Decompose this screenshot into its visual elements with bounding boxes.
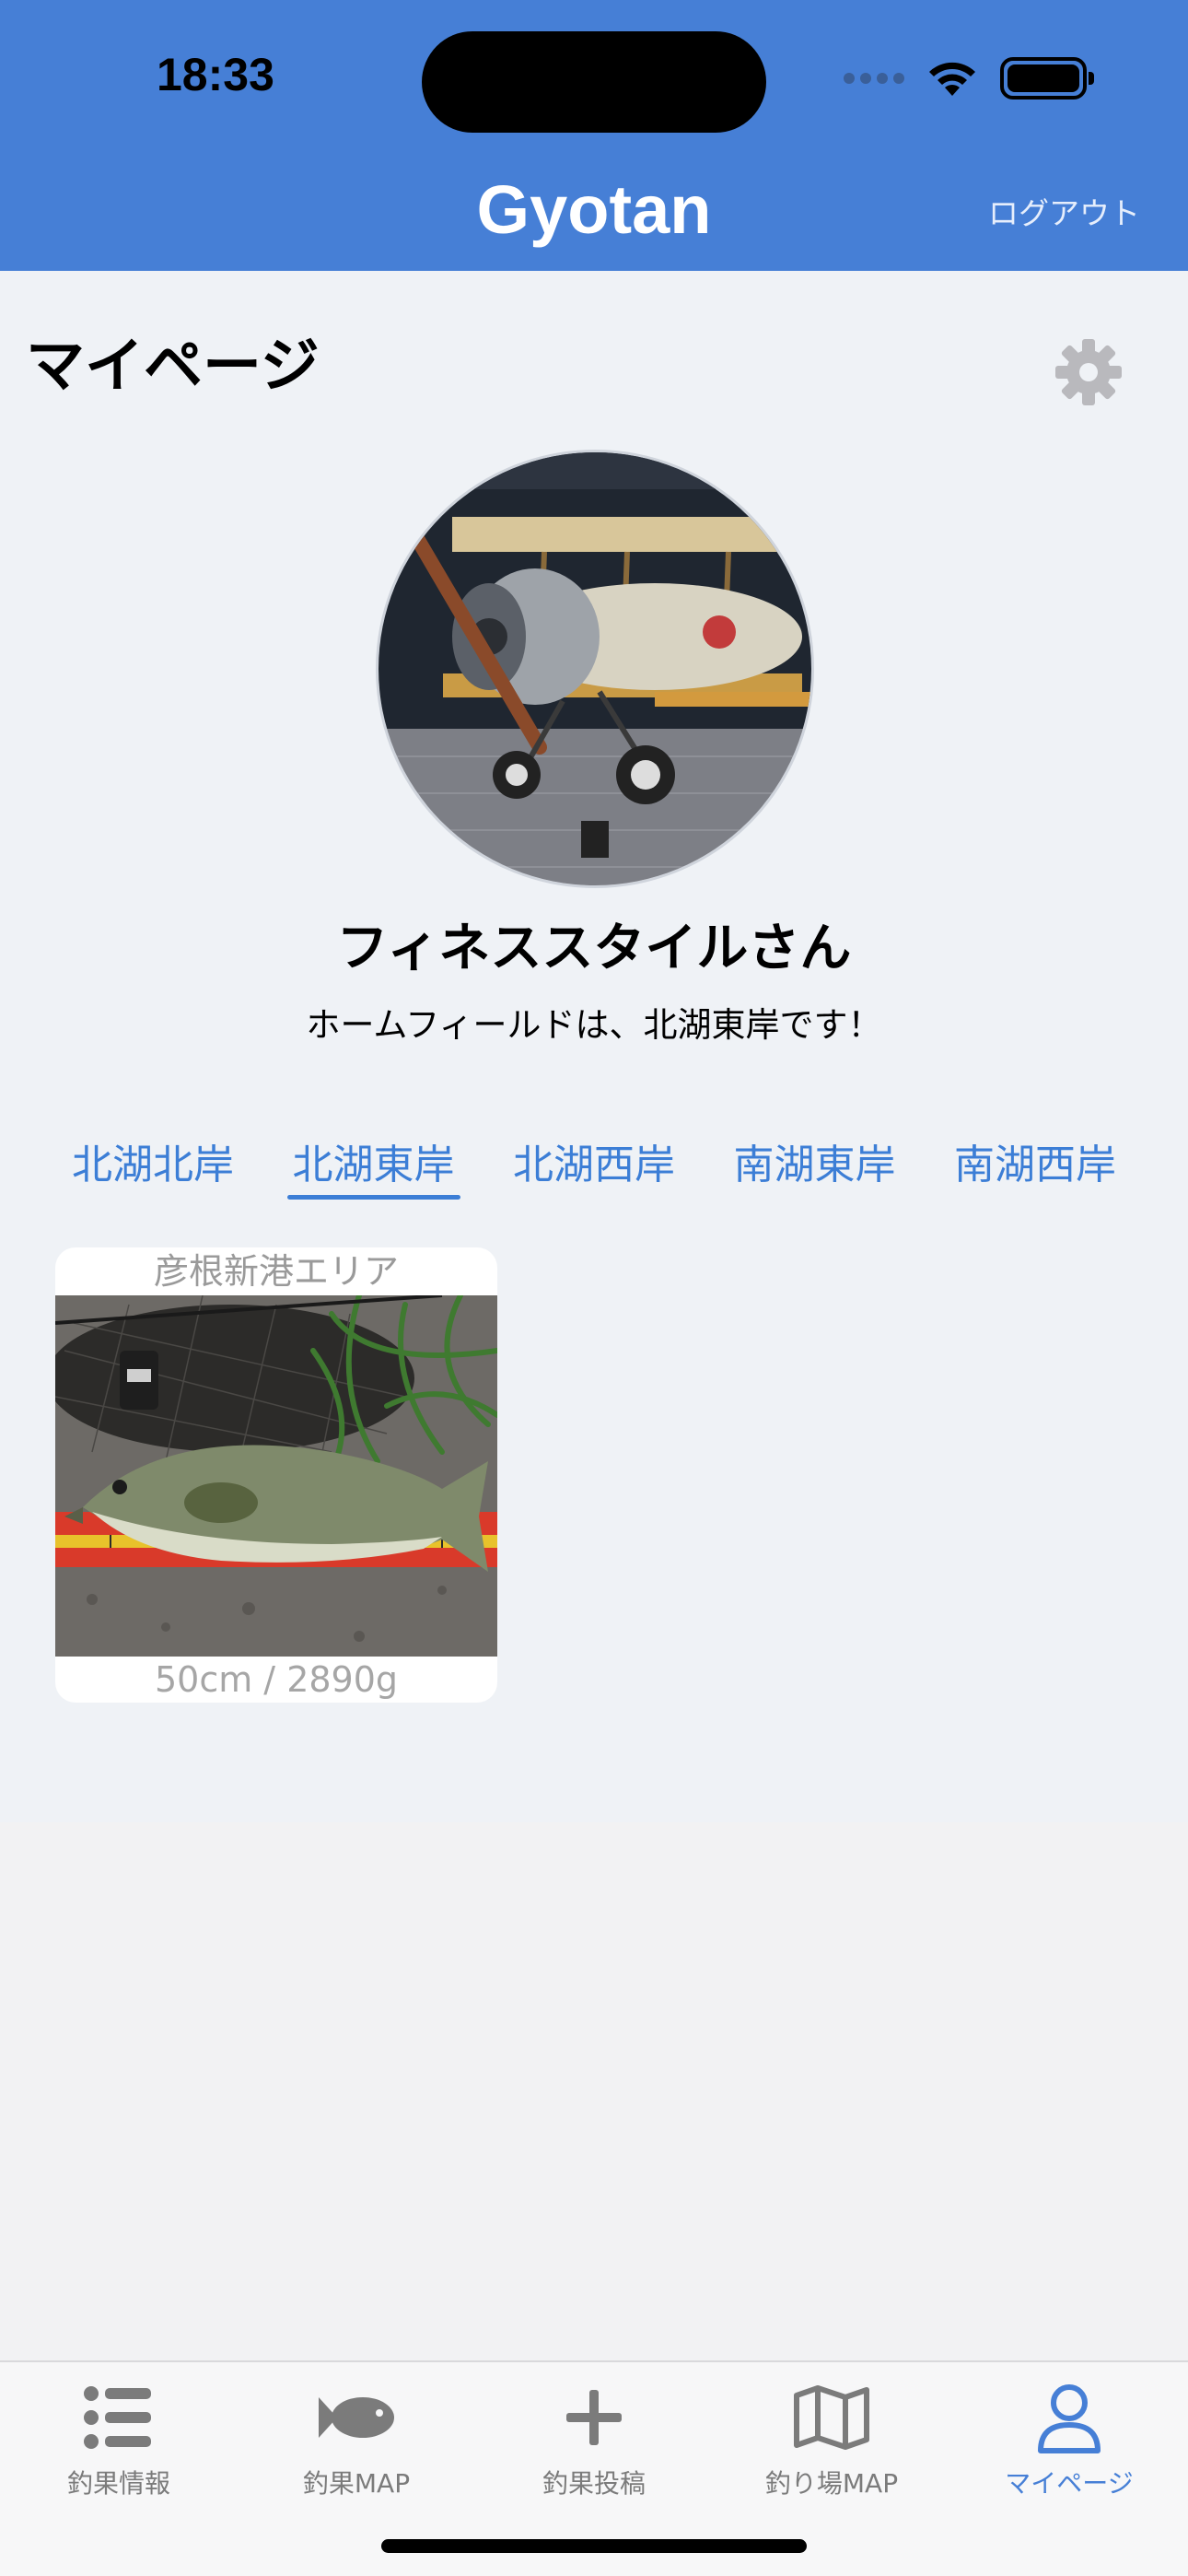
tab-bar-label: 釣果MAP	[302, 2468, 411, 2499]
catch-area: 彦根新港エリア	[153, 1251, 399, 1292]
app-header: 18:33 Gyotan ログアウト	[0, 0, 1188, 271]
home-indicator	[381, 2539, 807, 2553]
tab-nanko-seigan[interactable]: 南湖西岸	[928, 1131, 1142, 1200]
profile-avatar	[376, 450, 814, 888]
user-icon	[1038, 2384, 1101, 2453]
catch-card[interactable]: 彦根新港エリア 50cm / 2890g	[55, 1247, 497, 1703]
tab-hokko-seigan[interactable]: 北湖西岸	[487, 1131, 701, 1200]
tab-bar-label: 釣果情報	[66, 2468, 170, 2499]
tab-bar-catch-map[interactable]: 釣果MAP	[238, 2362, 475, 2500]
tab-hokko-togan[interactable]: 北湖東岸	[267, 1131, 481, 1200]
area-tabs: 北湖北岸 北湖東岸 北湖西岸 南湖東岸 南湖西岸	[46, 1131, 1142, 1200]
tab-bar-mypage[interactable]: マイページ	[950, 2362, 1188, 2500]
tab-bar-label: 釣果投稿	[542, 2468, 646, 2499]
tab-nanko-togan[interactable]: 南湖東岸	[708, 1131, 922, 1200]
dynamic-island	[422, 31, 766, 133]
profile-username: フィネススタイルさん	[336, 919, 852, 978]
avatar-airplane-image	[379, 452, 811, 885]
tab-bar-label: 釣り場MAP	[764, 2468, 899, 2499]
mypage-content: マイページ フィネススタイルさん ホームフィールドは、北湖東岸です！ 北湖北岸 …	[0, 271, 1188, 1822]
wifi-icon	[929, 62, 975, 96]
profile-home-field: ホームフィールドは、北湖東岸です！	[306, 1005, 882, 1045]
plus-icon	[566, 2390, 622, 2445]
tab-bar-catch-info[interactable]: 釣果情報	[0, 2362, 238, 2500]
list-icon	[84, 2386, 151, 2449]
cellular-signal-icon	[844, 73, 904, 84]
catch-fish-photo	[55, 1295, 497, 1657]
tab-bar-post-catch[interactable]: 釣果投稿	[475, 2362, 713, 2500]
tab-bar-label: マイページ	[1005, 2468, 1134, 2499]
logout-button[interactable]: ログアウト	[988, 189, 1140, 233]
page-title: マイページ	[26, 333, 320, 401]
map-icon	[794, 2385, 869, 2450]
status-icons	[844, 57, 1094, 100]
settings-gear-icon[interactable]	[1052, 335, 1125, 409]
battery-icon	[1000, 57, 1094, 100]
fish-icon	[319, 2397, 394, 2438]
catch-size: 50cm / 2890g	[154, 1659, 399, 1700]
tab-bar-spot-map[interactable]: 釣り場MAP	[713, 2362, 950, 2500]
status-time: 18:33	[157, 49, 274, 100]
tab-hokko-hokugan[interactable]: 北湖北岸	[46, 1131, 260, 1200]
